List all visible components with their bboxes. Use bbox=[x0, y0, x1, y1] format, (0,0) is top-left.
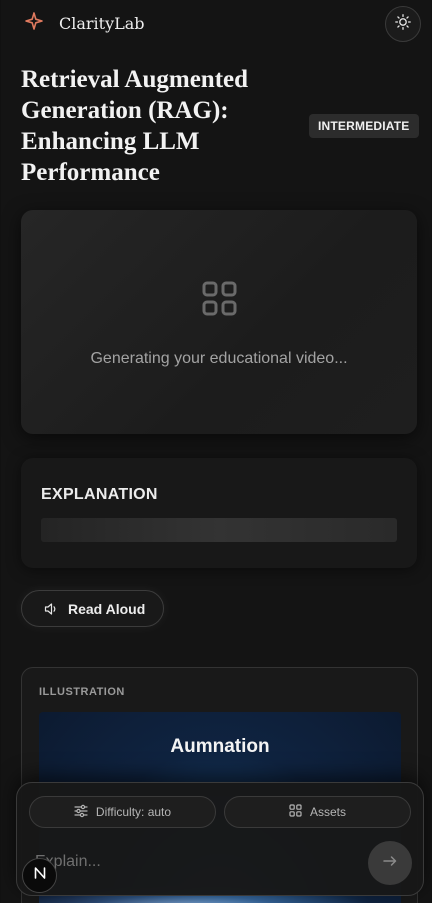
sliders-icon bbox=[74, 804, 88, 821]
difficulty-badge: INTERMEDIATE bbox=[309, 114, 419, 138]
video-placeholder: Generating your educational video... bbox=[21, 210, 417, 434]
sparkle-icon bbox=[25, 12, 43, 30]
grid-icon bbox=[201, 280, 239, 318]
page: ClarityLab Retrieval Augmented Generatio… bbox=[1, 0, 431, 903]
assets-button[interactable]: Assets bbox=[224, 796, 411, 828]
explanation-loading-skeleton bbox=[41, 518, 397, 542]
n-logo-badge[interactable] bbox=[22, 858, 57, 893]
brand-name[interactable]: ClarityLab bbox=[59, 14, 145, 33]
arrow-right-icon bbox=[382, 853, 398, 874]
speaker-icon bbox=[44, 602, 58, 616]
prompt-input[interactable] bbox=[35, 851, 355, 873]
assets-label: Assets bbox=[309, 805, 346, 819]
send-button[interactable] bbox=[368, 841, 412, 885]
difficulty-label: Difficulty: auto bbox=[95, 805, 172, 819]
theme-toggle-button[interactable] bbox=[385, 6, 421, 42]
header: ClarityLab bbox=[1, 0, 431, 50]
explanation-heading: EXPLANATION bbox=[41, 486, 158, 503]
difficulty-button[interactable]: Difficulty: auto bbox=[29, 796, 216, 828]
video-status-text: Generating your educational video... bbox=[90, 350, 348, 367]
illustration-image-caption: Aumnation bbox=[170, 736, 270, 757]
explanation-card: EXPLANATION bbox=[21, 458, 417, 568]
illustration-heading: ILLUSTRATION bbox=[39, 686, 125, 698]
prompt-panel: Difficulty: auto Assets bbox=[16, 782, 424, 896]
page-title: Retrieval Augmented Generation (RAG): En… bbox=[21, 66, 249, 186]
n-logo-icon bbox=[33, 866, 47, 885]
sun-icon bbox=[395, 13, 411, 35]
read-aloud-button[interactable]: Read Aloud bbox=[21, 590, 164, 627]
read-aloud-label: Read Aloud bbox=[68, 601, 146, 617]
grid-icon bbox=[289, 804, 302, 820]
